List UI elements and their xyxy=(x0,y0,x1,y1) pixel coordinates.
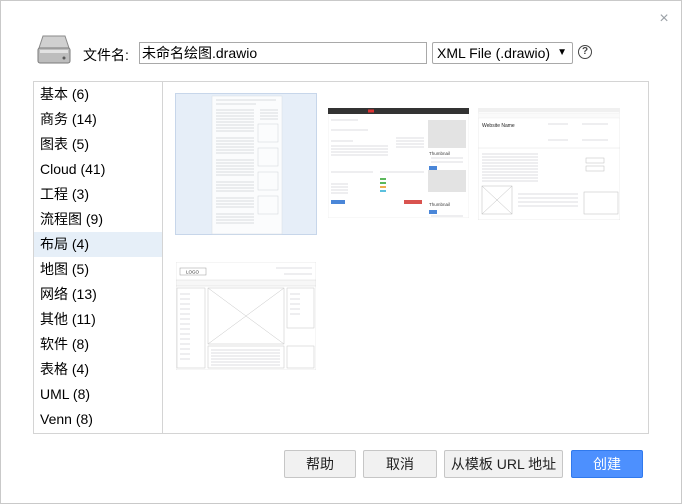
template-gallery: Thumbnail Thumbnail Website Name LOGO xyxy=(164,82,648,433)
help-icon[interactable]: ? xyxy=(578,45,592,59)
category-item[interactable]: Venn (8) xyxy=(34,407,162,432)
template-1-preview xyxy=(211,95,283,235)
template-2-preview: Thumbnail Thumbnail xyxy=(327,107,470,219)
category-item[interactable]: 图表 (5) xyxy=(34,132,162,157)
thumbnail-label-2: Thumbnail xyxy=(429,202,450,207)
category-item[interactable]: 其他 (11) xyxy=(34,307,162,332)
category-item[interactable]: 基本 (6) xyxy=(34,82,162,107)
category-item[interactable]: 工程 (3) xyxy=(34,182,162,207)
category-item[interactable]: 商务 (14) xyxy=(34,107,162,132)
hard-drive-icon xyxy=(37,35,71,64)
format-select[interactable]: XML File (.drawio) ▼ xyxy=(432,42,573,64)
template-thumbnail-3[interactable]: Website Name xyxy=(477,107,621,221)
format-select-value: XML File (.drawio) xyxy=(437,45,551,61)
template-panel: 基本 (6) 商务 (14) 图表 (5) Cloud (41) 工程 (3) 流程图 (… xyxy=(33,81,649,434)
category-item[interactable]: 地图 (5) xyxy=(34,257,162,282)
category-item[interactable]: 流程图 (9) xyxy=(34,207,162,232)
category-item[interactable]: UML (8) xyxy=(34,382,162,407)
new-diagram-dialog: × 文件名: XML File (.drawio) ▼ ? 基本 (6)商务 (… xyxy=(0,0,682,504)
template-3-preview: Website Name xyxy=(477,107,621,221)
category-item[interactable]: 表格 (4) xyxy=(34,357,162,382)
filename-input[interactable] xyxy=(139,42,427,64)
logo-text: LOGO xyxy=(186,270,200,275)
create-button[interactable]: 创建 xyxy=(571,450,643,478)
dropdown-arrow-icon: ▼ xyxy=(557,47,567,58)
thumbnail-label-1: Thumbnail xyxy=(429,151,450,156)
close-icon[interactable]: × xyxy=(657,11,671,27)
category-item[interactable]: Cloud (41) xyxy=(34,157,162,182)
template-thumbnail-4[interactable]: LOGO xyxy=(175,261,317,371)
template-thumbnail-2[interactable]: Thumbnail Thumbnail xyxy=(327,107,470,219)
category-item[interactable]: 软件 (8) xyxy=(34,332,162,357)
filename-label: 文件名: xyxy=(83,47,129,63)
category-list: 基本 (6) 商务 (14) 图表 (5) Cloud (41) 工程 (3) 流程图 (… xyxy=(34,82,163,433)
category-item[interactable]: 布局 (4) xyxy=(34,232,162,257)
cancel-button[interactable]: 取消 xyxy=(363,450,437,478)
category-item[interactable]: 网络 (13) xyxy=(34,282,162,307)
template-4-preview: LOGO xyxy=(175,261,317,371)
template-url-button[interactable]: 从模板 URL 地址 xyxy=(444,450,563,478)
template-thumbnail-1[interactable] xyxy=(175,93,317,235)
website-name-text: Website Name xyxy=(482,123,515,129)
help-button[interactable]: 帮助 xyxy=(284,450,356,478)
